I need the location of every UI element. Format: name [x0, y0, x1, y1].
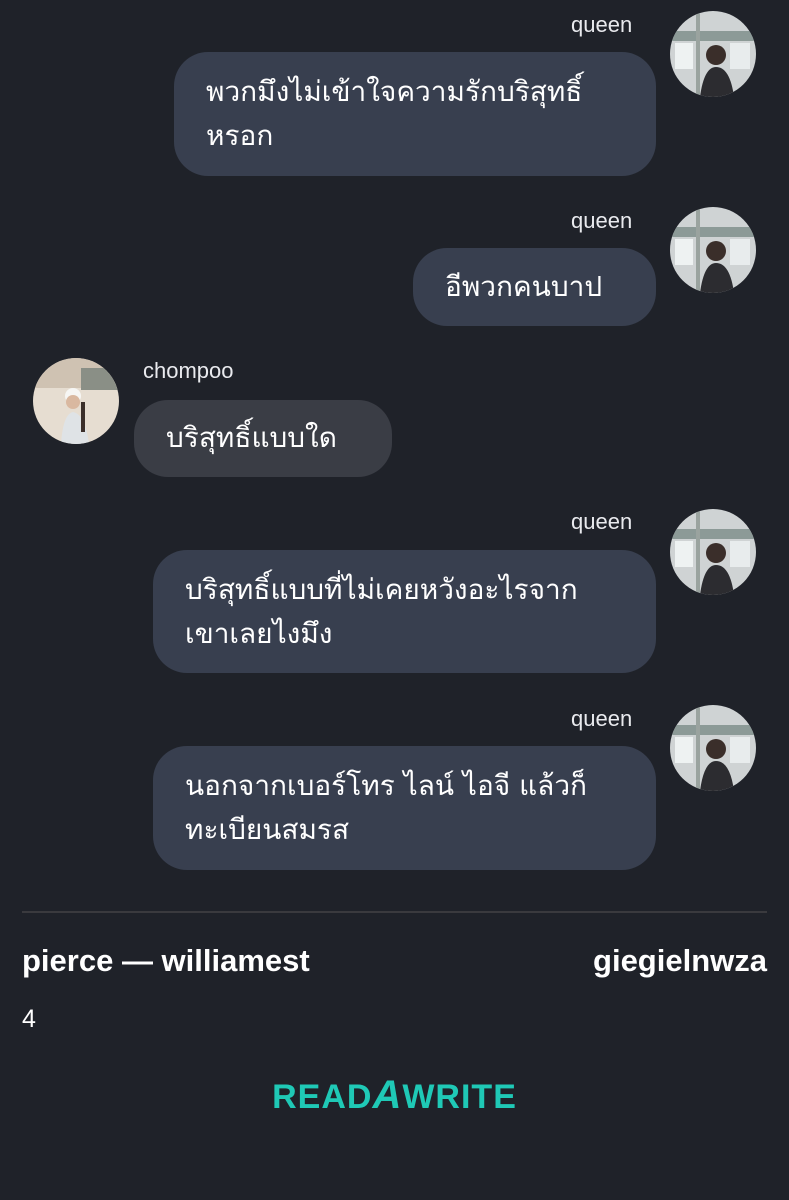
logo-part-write: WRITE	[402, 1078, 517, 1116]
message-text-line-1: บริสุทธิ์แบบใด	[166, 421, 337, 454]
sender-name: queen	[571, 12, 633, 37]
readawrite-logo: READAWRITE	[0, 1073, 789, 1118]
sender-name: queen	[571, 509, 633, 534]
sender-name: queen	[571, 706, 633, 731]
logo-part-read: READ	[272, 1078, 373, 1116]
page-number: 4	[22, 1005, 36, 1033]
message-text-line-1: นอกจากเบอร์โทร ไลน์ ไอจี แล้วก็	[185, 769, 587, 802]
divider	[22, 911, 767, 913]
message-bubble[interactable]: อีพวกคนบาป	[413, 248, 656, 326]
message-text-line-2: เขาเลยไงมึง	[185, 617, 333, 650]
queen-avatar-icon[interactable]	[670, 11, 756, 97]
sender-name: queen	[571, 208, 633, 233]
chompoo-avatar-icon[interactable]	[33, 358, 119, 444]
queen-avatar-icon[interactable]	[670, 207, 756, 293]
message-text-line-1: บริสุทธิ์แบบที่ไม่เคยหวังอะไรจาก	[185, 573, 578, 606]
message-text-line-1: พวกมึงไม่เข้าใจความรักบริสุทธิ์	[206, 75, 583, 108]
logo-part-a: A	[372, 1073, 403, 1117]
message-bubble[interactable]: บริสุทธิ์แบบใด	[134, 400, 392, 477]
sender-name: chompoo	[143, 358, 234, 383]
message-text-line-1: อีพวกคนบาป	[445, 270, 603, 303]
message-bubble[interactable]: พวกมึงไม่เข้าใจความรักบริสุทธิ์ หรอก	[174, 52, 656, 176]
message-bubble[interactable]: บริสุทธิ์แบบที่ไม่เคยหวังอะไรจาก เขาเลยไ…	[153, 550, 656, 673]
message-bubble[interactable]: นอกจากเบอร์โทร ไลน์ ไอจี แล้วก็ ทะเบียนส…	[153, 746, 656, 870]
author-name[interactable]: giegielnwza	[593, 943, 767, 979]
queen-avatar-icon[interactable]	[670, 705, 756, 791]
queen-avatar-icon[interactable]	[670, 509, 756, 595]
message-text-line-2: หรอก	[206, 119, 274, 152]
message-text-line-2: ทะเบียนสมรส	[185, 813, 350, 846]
story-title: pierce — williamest	[22, 943, 310, 978]
